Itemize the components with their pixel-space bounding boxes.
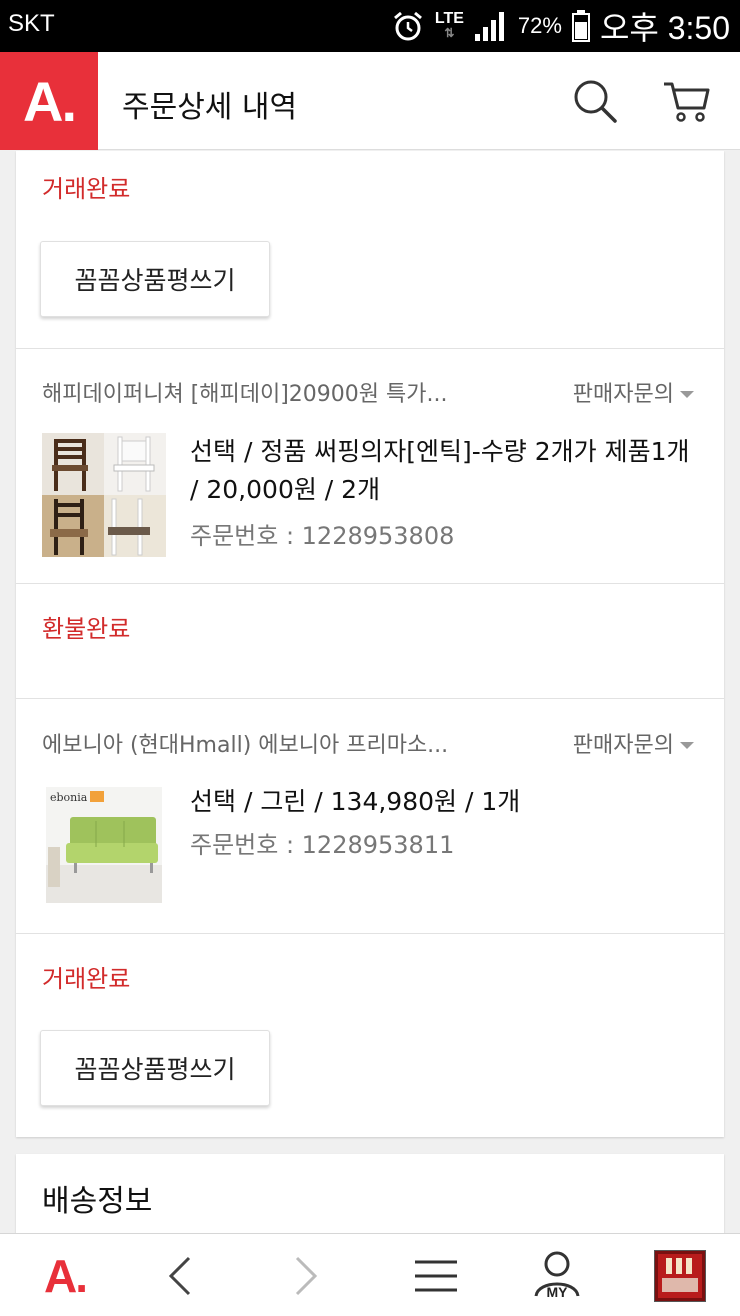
menu-button[interactable] — [396, 1234, 476, 1316]
network-label: LTE — [434, 10, 464, 27]
page-title: 주문상세 내역 — [122, 90, 298, 125]
status-bar: SKT LTE ⇅ 72% 오후 3:50 — [0, 0, 740, 52]
write-review-button[interactable]: 꼼꼼상품평쓰기 — [40, 241, 270, 317]
home-logo-text: A. — [44, 1249, 88, 1302]
seller-inquiry-label: 판매자문의 — [572, 733, 674, 758]
alarm-icon — [393, 11, 422, 41]
order-status: 거래완료 — [42, 965, 131, 993]
shipping-info-title: 배송정보 — [42, 1184, 153, 1219]
search-icon[interactable] — [570, 76, 620, 126]
home-logo[interactable]: A. — [20, 1234, 110, 1316]
item-description: 선택 / 정품 써핑의자[엔틱]-수량 2개가 제품1개 / 20,000원 /… — [190, 437, 690, 504]
chevron-down-icon — [680, 390, 694, 398]
seller-inquiry-label: 판매자문의 — [572, 382, 674, 407]
order-number: 주문번호 : 1228953811 — [190, 831, 455, 859]
carrier-label: SKT — [8, 10, 55, 37]
divider — [16, 348, 724, 349]
write-review-button[interactable]: 꼼꼼상품평쓰기 — [40, 1030, 270, 1106]
chevron-down-icon — [680, 741, 694, 749]
menu-icon — [415, 1260, 457, 1291]
divider — [16, 933, 724, 934]
orders-card: 거래완료 꼼꼼상품평쓰기 해피데이퍼니쳐 [해피데이]20900원 특가... … — [16, 151, 724, 1137]
order-status: 환불완료 — [42, 615, 131, 643]
logo-text: A. — [23, 69, 77, 133]
divider — [16, 583, 724, 584]
my-page-button[interactable]: MY — [517, 1234, 597, 1316]
seller-inquiry-dropdown[interactable]: 판매자문의 — [573, 727, 694, 759]
app-logo[interactable]: A. — [0, 52, 98, 150]
sofa-image: ebonia — [46, 787, 162, 903]
cart-icon[interactable] — [662, 76, 712, 126]
app-header: A. 주문상세 내역 — [0, 52, 740, 150]
order-number: 주문번호 : 1228953808 — [190, 522, 455, 550]
back-button[interactable] — [140, 1234, 220, 1316]
seller-name[interactable]: 에보니아 (현대Hmall) 에보니아 프리마소... — [42, 727, 512, 759]
network-indicator: LTE ⇅ — [434, 10, 464, 41]
order-status: 거래완료 — [42, 175, 131, 203]
brand-watermark: ebonia — [50, 791, 88, 804]
chair-image — [42, 433, 166, 557]
data-arrows-icon: ⇅ — [444, 26, 455, 40]
product-thumbnail-sofa[interactable]: ebonia — [46, 787, 162, 903]
bottom-nav: A. MY — [0, 1233, 740, 1316]
status-bar-right: LTE ⇅ 72% 오후 3:50 — [391, 4, 730, 48]
order-detail-content[interactable]: 거래완료 꼼꼼상품평쓰기 해피데이퍼니쳐 [해피데이]20900원 특가... … — [0, 151, 740, 1233]
battery-percent: 72% — [517, 13, 562, 38]
clock: 오후 3:50 — [599, 10, 730, 46]
battery-icon — [571, 10, 590, 42]
back-arrow-icon — [168, 1256, 191, 1295]
shipping-info-card: 배송정보 — [16, 1154, 724, 1233]
forward-arrow-icon — [295, 1256, 318, 1295]
recent-thumbnail — [654, 1249, 706, 1302]
seller-name[interactable]: 해피데이퍼니쳐 [해피데이]20900원 특가... — [42, 376, 512, 408]
forward-button[interactable] — [266, 1234, 346, 1316]
recent-view-button[interactable] — [648, 1234, 712, 1316]
item-description: 선택 / 그린 / 134,980원 / 1개 — [190, 787, 521, 816]
divider — [16, 698, 724, 699]
my-label: MY — [546, 1284, 568, 1300]
seller-inquiry-dropdown[interactable]: 판매자문의 — [573, 376, 694, 408]
signal-icon — [474, 12, 504, 41]
product-thumbnail-chair[interactable] — [42, 433, 166, 557]
